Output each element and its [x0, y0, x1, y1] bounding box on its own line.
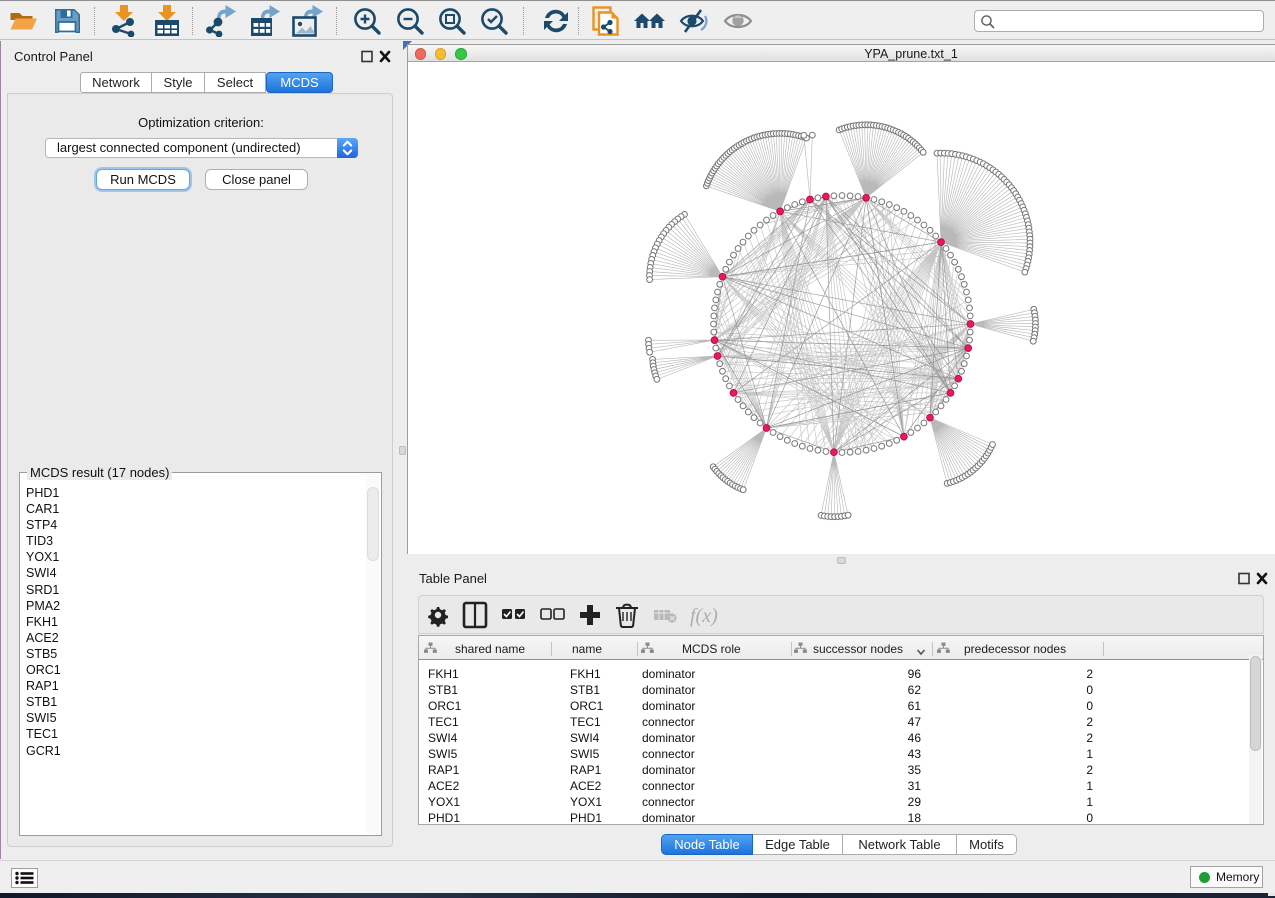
svg-text:f(x): f(x): [690, 605, 718, 627]
